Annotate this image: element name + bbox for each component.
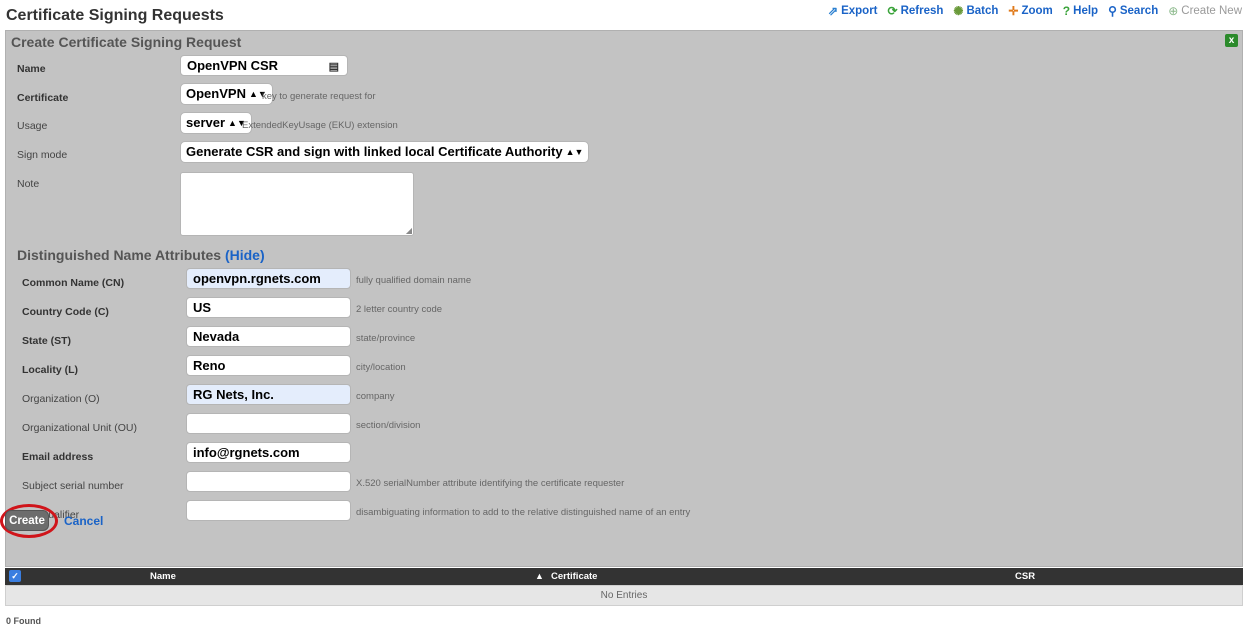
help-icon: ? xyxy=(1062,4,1071,18)
column-header-certificate[interactable]: Certificate xyxy=(551,571,597,582)
note-textarea[interactable]: ◢ xyxy=(180,172,414,236)
dn-hint-l: city/location xyxy=(356,362,406,373)
help-label: Help xyxy=(1073,5,1099,17)
dn-hint-ou: section/division xyxy=(356,420,421,431)
name-input[interactable]: OpenVPN CSR ▤ xyxy=(180,55,348,76)
country-code-input[interactable]: US xyxy=(186,297,351,318)
sign-mode-value: Generate CSR and sign with linked local … xyxy=(186,144,563,159)
contact-card-icon: ▤ xyxy=(328,61,339,73)
dn-qualifier-input[interactable] xyxy=(186,500,351,521)
sign-mode-select[interactable]: Generate CSR and sign with linked local … xyxy=(180,141,590,163)
dn-hint-st: state/province xyxy=(356,333,416,344)
create-new-button[interactable]: ⊕ Create New xyxy=(1168,5,1242,17)
certificate-select[interactable]: OpenVPN ▲▼ xyxy=(180,83,273,105)
serial-number-input[interactable] xyxy=(186,471,351,492)
dn-label-st: State (ST) xyxy=(22,335,72,347)
dn-title: Distinguished Name Attributes xyxy=(17,247,222,263)
cancel-link[interactable]: Cancel xyxy=(64,514,103,528)
help-button[interactable]: ? Help xyxy=(1063,5,1098,17)
found-count: 0 Found xyxy=(6,616,41,626)
dn-hint-c: 2 letter country code xyxy=(356,304,443,315)
usage-value: server xyxy=(186,115,226,130)
table-header: ✓ Name ▲ Certificate CSR xyxy=(5,568,1243,585)
dn-hide-link[interactable]: (Hide) xyxy=(225,247,265,263)
locality-input[interactable]: Reno xyxy=(186,355,351,376)
create-form-panel: Create Certificate Signing Request x Nam… xyxy=(5,30,1243,567)
org-unit-input[interactable] xyxy=(186,413,351,434)
gear-icon: ✺ xyxy=(953,4,964,18)
dn-label-o: Organization (O) xyxy=(22,393,100,405)
dn-label-c: Country Code (C) xyxy=(22,306,109,318)
select-all-checkbox[interactable]: ✓ xyxy=(9,570,21,582)
email-input[interactable]: info@rgnets.com xyxy=(186,442,351,463)
usage-hint: ExtendedKeyUsage (EKU) extension xyxy=(242,120,398,131)
dn-section-title: Distinguished Name Attributes (Hide) xyxy=(17,247,265,263)
certificate-label: Certificate xyxy=(17,92,69,104)
dn-label-ou: Organizational Unit (OU) xyxy=(22,422,137,434)
checkmark-icon: ✓ xyxy=(11,570,19,581)
organization-input[interactable]: RG Nets, Inc. xyxy=(186,384,351,405)
plus-circle-icon: ⊕ xyxy=(1168,4,1179,18)
certificate-value: OpenVPN xyxy=(186,86,246,101)
dn-hint-serial: X.520 serialNumber attribute identifying… xyxy=(356,478,625,489)
page-title: Certificate Signing Requests xyxy=(6,7,224,24)
dn-label-l: Locality (L) xyxy=(22,364,79,376)
zoom-button[interactable]: ✛ Zoom xyxy=(1008,5,1052,17)
zoom-label: Zoom xyxy=(1021,5,1053,17)
name-label: Name xyxy=(17,63,46,75)
batch-label: Batch xyxy=(966,5,999,17)
dn-label-email: Email address xyxy=(22,451,94,463)
dn-hint-cn: fully qualified domain name xyxy=(356,275,472,286)
refresh-button[interactable]: ⟳ Refresh xyxy=(888,5,944,17)
zoom-icon: ✛ xyxy=(1008,4,1019,18)
column-header-csr[interactable]: CSR xyxy=(1015,571,1035,582)
batch-button[interactable]: ✺ Batch xyxy=(953,5,998,17)
export-label: Export xyxy=(841,5,878,17)
name-value: OpenVPN CSR xyxy=(187,58,279,73)
dn-label-cn: Common Name (CN) xyxy=(22,277,125,289)
resize-grip-icon[interactable]: ◢ xyxy=(406,226,412,235)
close-icon[interactable]: x xyxy=(1225,34,1238,47)
dn-label-serial: Subject serial number xyxy=(22,480,124,492)
dn-hint-qualifier: disambiguating information to add to the… xyxy=(356,507,691,518)
export-icon: ⇗ xyxy=(828,4,839,18)
usage-label: Usage xyxy=(17,120,48,132)
search-button[interactable]: ⚲ Search xyxy=(1108,5,1158,17)
state-input[interactable]: Nevada xyxy=(186,326,351,347)
export-button[interactable]: ⇗ Export xyxy=(828,5,877,17)
table-empty-row: No Entries xyxy=(5,585,1243,606)
certificate-hint: key to generate request for xyxy=(262,91,376,102)
create-new-label: Create New xyxy=(1181,5,1242,17)
create-button[interactable]: Create xyxy=(5,510,49,531)
sign-mode-label: Sign mode xyxy=(17,149,68,161)
form-title: Create Certificate Signing Request xyxy=(11,34,242,50)
note-label: Note xyxy=(17,178,40,190)
refresh-label: Refresh xyxy=(900,5,944,17)
dn-hint-o: company xyxy=(356,391,395,402)
search-label: Search xyxy=(1119,5,1159,17)
select-arrows-icon: ▲▼ xyxy=(565,147,584,157)
common-name-input[interactable]: openvpn.rgnets.com xyxy=(186,268,351,289)
refresh-icon: ⟳ xyxy=(887,4,898,18)
search-icon: ⚲ xyxy=(1108,4,1117,18)
sort-ascending-icon[interactable]: ▲ xyxy=(535,571,544,581)
column-header-name[interactable]: Name xyxy=(150,571,176,582)
toolbar: ⇗ Export ⟳ Refresh ✺ Batch ✛ Zoom ? Help… xyxy=(828,5,1242,17)
